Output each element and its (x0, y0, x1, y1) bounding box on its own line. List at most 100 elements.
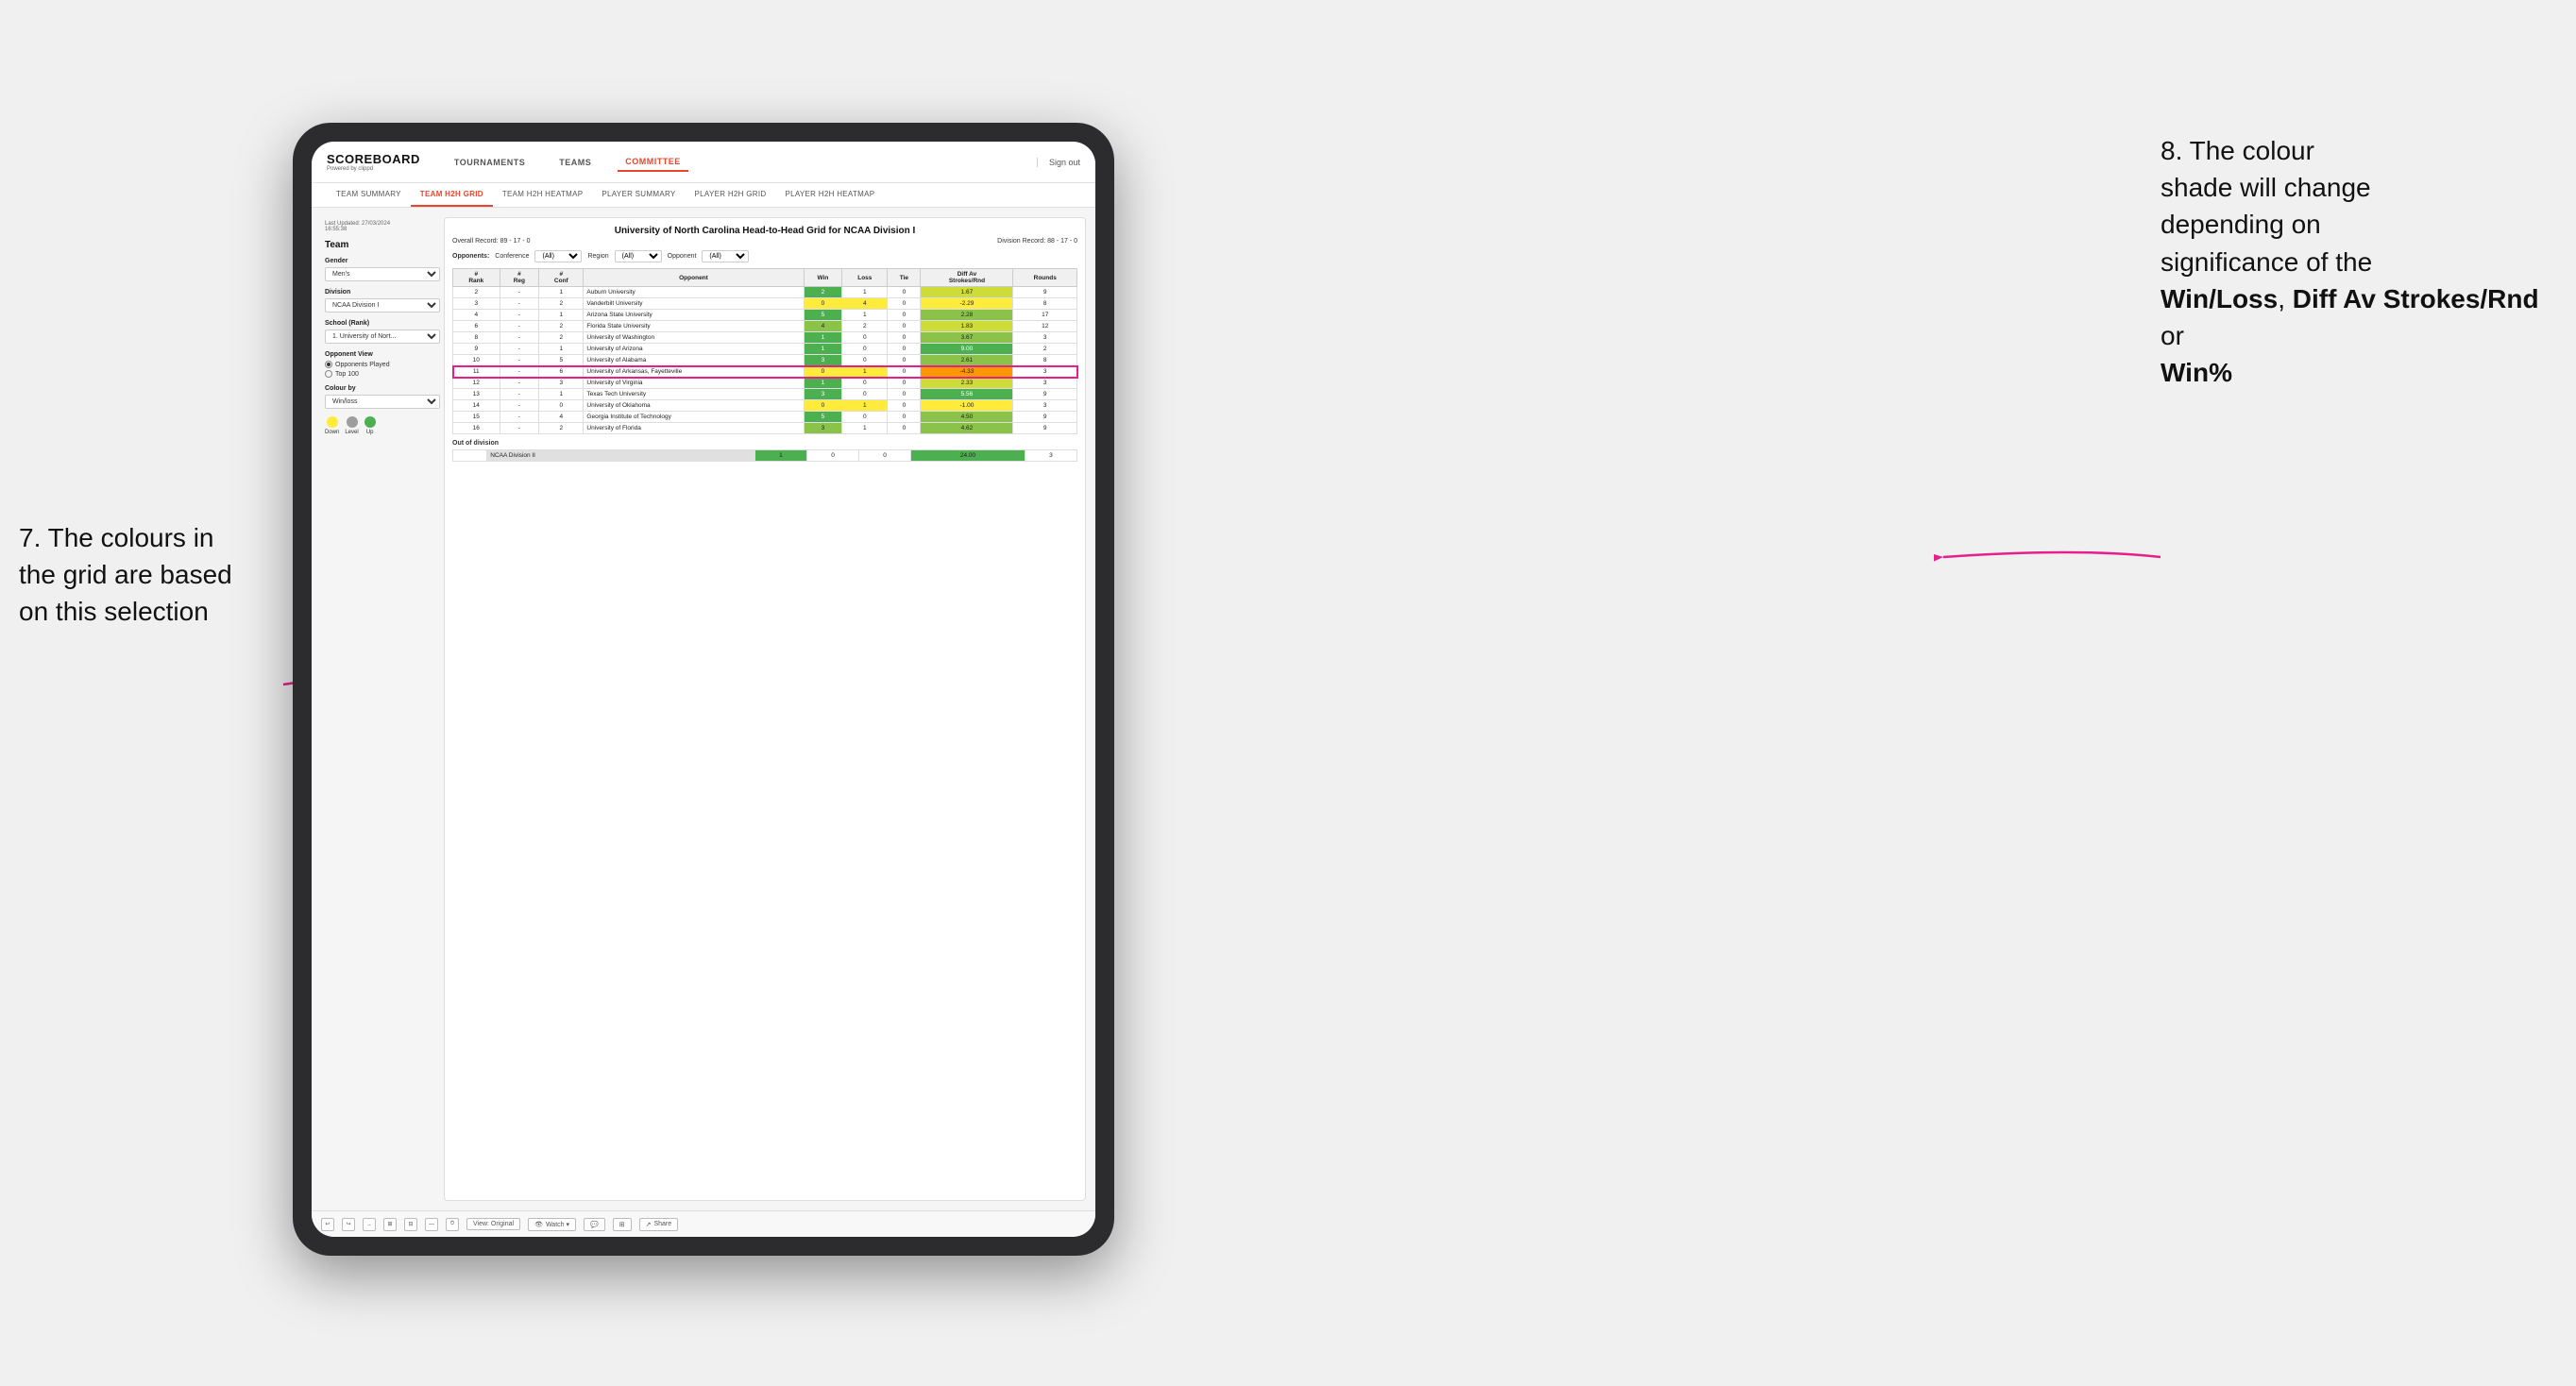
col-tie: Tie (888, 269, 921, 287)
table-row: 8-2University of Washington1003.673 (453, 332, 1077, 344)
radio-top100[interactable]: Top 100 (325, 370, 440, 378)
filter-conference-select[interactable]: (All) (534, 250, 582, 262)
logo-text: SCOREBOARD (327, 152, 420, 166)
table-cell: Vanderbilt University (584, 298, 804, 310)
view-original-btn[interactable]: View: Original (466, 1218, 520, 1230)
gender-label: Gender (325, 258, 440, 264)
table-cell: 0 (842, 344, 888, 355)
comment-btn[interactable]: 💬 (584, 1218, 605, 1231)
table-cell: 1 (539, 287, 584, 298)
table-cell: 9.00 (921, 344, 1013, 355)
table-cell: 9 (1013, 287, 1077, 298)
table-cell: 1 (804, 332, 842, 344)
dash-icon[interactable]: — (425, 1218, 438, 1231)
sub-nav: TEAM SUMMARY TEAM H2H GRID TEAM H2H HEAT… (312, 183, 1095, 208)
table-cell: 4 (539, 412, 584, 423)
col-opponent: Opponent (584, 269, 804, 287)
filter-conference-label: Conference (495, 253, 529, 260)
filter-opponents-label: Opponents: (452, 253, 489, 260)
table-cell: 1 (842, 287, 888, 298)
table-cell: University of Washington (584, 332, 804, 344)
table-cell: 2.28 (921, 310, 1013, 321)
table-cell: 3 (539, 378, 584, 389)
tab-team-summary[interactable]: TEAM SUMMARY (327, 183, 411, 207)
out-division-table: NCAA Division II 1 0 0 24.00 3 (452, 449, 1077, 462)
tab-player-h2h-grid[interactable]: PLAYER H2H GRID (686, 183, 776, 207)
colour-dot-down (327, 416, 338, 428)
watch-btn[interactable]: 👁 Watch ▾ (528, 1218, 576, 1231)
colour-by-select[interactable]: Win/loss Diff Av Strokes/Rnd Win% (325, 395, 440, 409)
table-row: 3-2Vanderbilt University040-2.298 (453, 298, 1077, 310)
table-cell: 2 (804, 287, 842, 298)
table-cell: 4 (842, 298, 888, 310)
redo-icon[interactable]: ↪ (342, 1218, 355, 1231)
school-select[interactable]: 1. University of Nort... (325, 330, 440, 344)
table-cell: 3 (1013, 366, 1077, 378)
table-cell: 2 (539, 423, 584, 434)
table-cell: 0 (888, 423, 921, 434)
division-select[interactable]: NCAA Division I (325, 298, 440, 313)
table-cell: Florida State University (584, 321, 804, 332)
colour-dot-level (347, 416, 358, 428)
undo-icon[interactable]: ↩ (321, 1218, 334, 1231)
paste-icon[interactable]: ⊟ (404, 1218, 417, 1231)
col-conf: #Conf (539, 269, 584, 287)
table-cell: 3.67 (921, 332, 1013, 344)
table-cell: 0 (888, 332, 921, 344)
filter-opponent-select[interactable]: (All) (702, 250, 749, 262)
tab-team-h2h-heatmap[interactable]: TEAM H2H HEATMAP (493, 183, 593, 207)
clock-icon[interactable]: ⏱ (446, 1218, 459, 1231)
table-row: 16-2University of Florida3104.629 (453, 423, 1077, 434)
table-cell: - (500, 412, 539, 423)
table-cell: 1.67 (921, 287, 1013, 298)
gender-select[interactable]: Men's (325, 267, 440, 281)
out-div-rounds: 3 (1025, 450, 1076, 462)
table-cell: -1.00 (921, 400, 1013, 412)
out-division-row: NCAA Division II 1 0 0 24.00 3 (453, 450, 1077, 462)
forward-icon[interactable]: → (363, 1218, 376, 1231)
tab-player-h2h-heatmap[interactable]: PLAYER H2H HEATMAP (775, 183, 884, 207)
col-rounds: Rounds (1013, 269, 1077, 287)
table-cell: 0 (888, 366, 921, 378)
grid-btn[interactable]: ⊞ (613, 1218, 632, 1231)
table-cell: 0 (842, 412, 888, 423)
grid-subtitle: Overall Record: 89 - 17 - 0 Division Rec… (452, 238, 1077, 245)
copy-icon[interactable]: ⊞ (383, 1218, 397, 1231)
table-cell: - (500, 321, 539, 332)
colour-up: Up (364, 416, 376, 435)
table-cell: University of Virginia (584, 378, 804, 389)
table-row: 9-1University of Arizona1009.002 (453, 344, 1077, 355)
table-cell: - (500, 332, 539, 344)
out-division-label: Out of division (452, 440, 1077, 447)
division-label: Division (325, 289, 440, 296)
table-cell: 0 (888, 298, 921, 310)
table-cell: 4.62 (921, 423, 1013, 434)
table-cell: 9 (1013, 389, 1077, 400)
radio-dot-top100 (325, 370, 332, 378)
colour-by-section: Colour by Win/loss Diff Av Strokes/Rnd W… (325, 385, 440, 409)
col-diff: Diff AvStrokes/Rnd (921, 269, 1013, 287)
filter-region-label: Region (587, 253, 608, 260)
colour-down: Down (325, 416, 339, 435)
table-cell: 8 (1013, 355, 1077, 366)
radio-opponents-played[interactable]: Opponents Played (325, 361, 440, 368)
annotation-left: 7. The colours in the grid are based on … (19, 519, 283, 631)
tab-team-h2h-grid[interactable]: TEAM H2H GRID (411, 183, 493, 207)
nav-tournaments[interactable]: TOURNAMENTS (447, 154, 533, 171)
division-section: Division NCAA Division I (325, 289, 440, 313)
table-cell: - (500, 355, 539, 366)
table-cell: 0 (804, 366, 842, 378)
table-cell: 1 (804, 378, 842, 389)
colour-level: Level (345, 416, 358, 435)
radio-dot-opponents (325, 361, 332, 368)
nav-teams[interactable]: TEAMS (551, 154, 599, 171)
tab-player-summary[interactable]: PLAYER SUMMARY (592, 183, 685, 207)
nav-committee[interactable]: COMMITTEE (618, 153, 688, 172)
school-label: School (Rank) (325, 320, 440, 327)
share-btn[interactable]: ↗ Share (639, 1218, 679, 1231)
right-panel: University of North Carolina Head-to-Hea… (444, 217, 1086, 1201)
sign-out-link[interactable]: Sign out (1037, 158, 1080, 167)
table-cell: 0 (888, 344, 921, 355)
filter-region-select[interactable]: (All) (615, 250, 662, 262)
table-cell: 6 (539, 366, 584, 378)
